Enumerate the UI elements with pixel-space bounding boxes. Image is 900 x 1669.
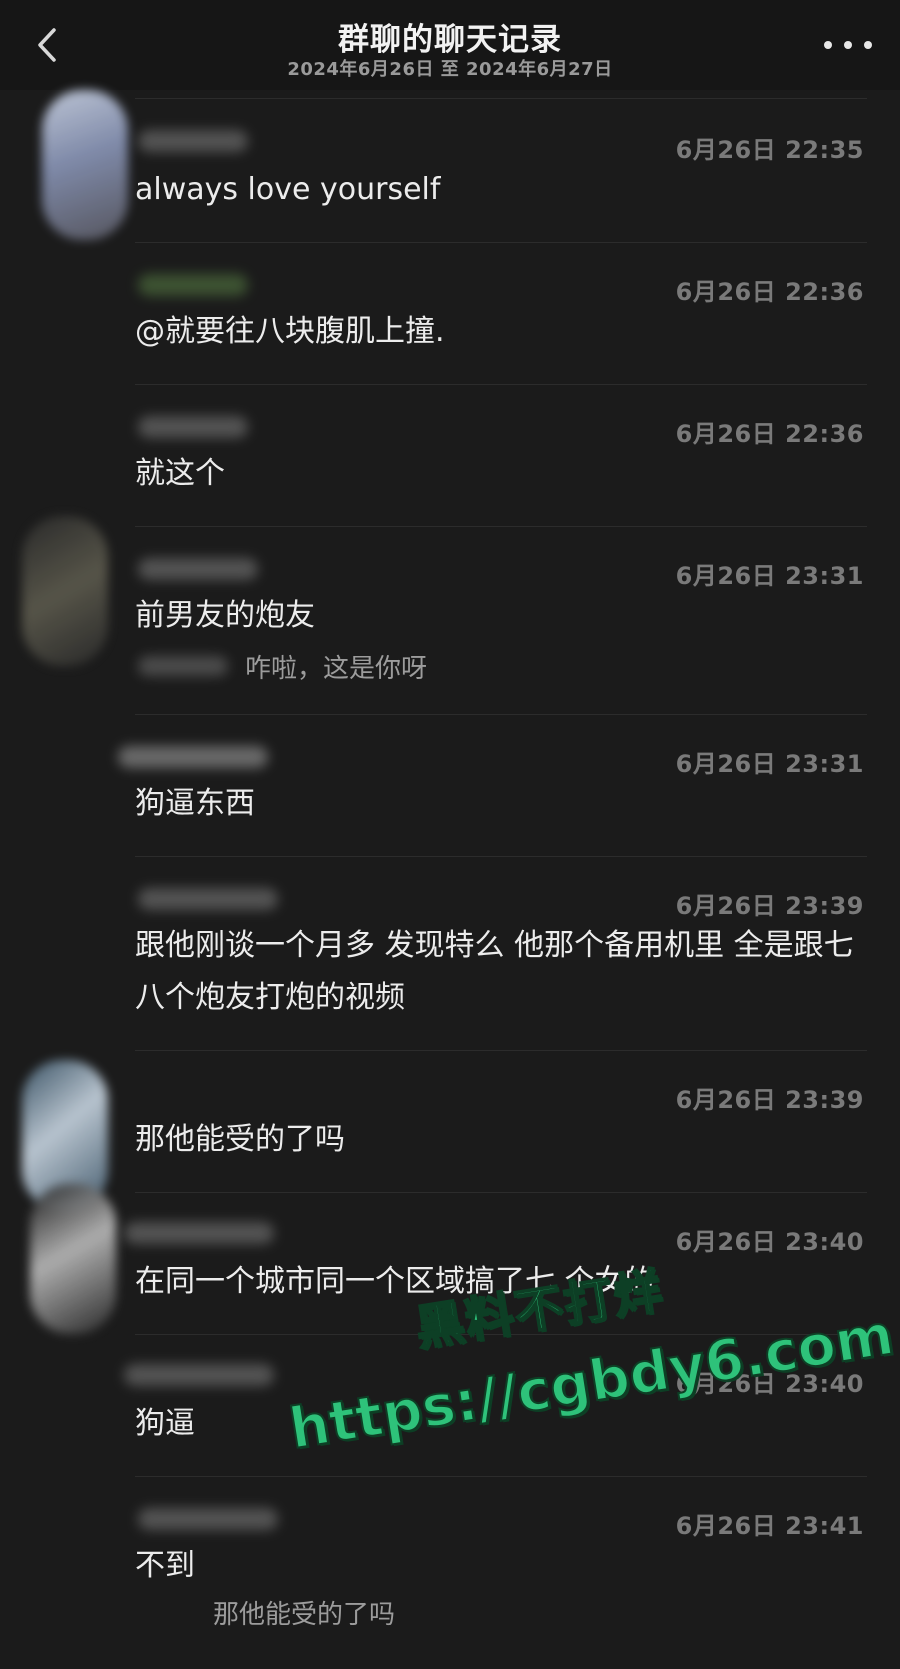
avatar[interactable]	[22, 516, 108, 666]
sender-name	[138, 130, 248, 152]
quote-sender-name	[138, 656, 228, 676]
sender-name	[138, 416, 248, 438]
message-text: 就这个	[135, 456, 225, 491]
sender-name	[138, 274, 248, 296]
divider	[135, 98, 867, 99]
more-button[interactable]	[824, 28, 872, 62]
message-item: 6月26日 22:36 就这个	[0, 384, 900, 527]
message-text: @就要往八块腹肌上撞.	[135, 314, 445, 349]
message-text: always love yourself	[135, 172, 441, 207]
message-item: 6月26日 23:41 不到 那他能受的了吗	[0, 1476, 900, 1669]
message-item: 6月26日 23:31 前男友的炮友 咋啦，这是你呀	[0, 516, 900, 715]
sender-name	[118, 746, 268, 768]
message-time: 6月26日 23:31	[675, 750, 864, 778]
header-bar: 群聊的聊天记录 2024年6月26日 至 2024年6月27日	[0, 0, 900, 90]
sender-name	[138, 1508, 278, 1530]
message-item: 6月26日 23:39 那他能受的了吗	[0, 1050, 900, 1210]
more-horizontal-icon	[824, 41, 832, 49]
message-text: 前男友的炮友	[135, 598, 315, 633]
message-text: 狗逼东西	[135, 786, 255, 821]
sender-name	[124, 1364, 274, 1386]
message-text: 跟他刚谈一个月多 发现特么 他那个备用机里 全是跟七八个炮友打炮的视频	[135, 928, 854, 1015]
message-time: 6月26日 22:35	[675, 136, 864, 164]
quoted-message: 咋啦，这是你呀	[245, 654, 428, 684]
message-time: 6月26日 23:40	[675, 1228, 864, 1256]
message-time: 6月26日 22:36	[675, 278, 864, 306]
quoted-message: 那他能受的了吗	[213, 1600, 396, 1630]
message-item: 6月26日 23:31 狗逼东西	[0, 714, 900, 857]
avatar[interactable]	[42, 90, 128, 240]
avatar[interactable]	[30, 1184, 116, 1334]
page-title: 群聊的聊天记录	[338, 22, 562, 58]
message-item: 6月26日 22:35 always love yourself	[0, 90, 900, 243]
sender-name	[138, 888, 278, 910]
sender-name	[124, 1222, 274, 1244]
message-text: 不到	[135, 1548, 195, 1583]
message-item: 6月26日 22:36 @就要往八块腹肌上撞.	[0, 242, 900, 385]
message-time: 6月26日 23:39	[675, 1086, 864, 1114]
date-range: 2024年6月26日 至 2024年6月27日	[287, 59, 613, 80]
sender-name	[138, 558, 258, 580]
message-time: 6月26日 23:41	[675, 1512, 864, 1540]
message-item: 6月26日 23:39 跟他刚谈一个月多 发现特么 他那个备用机里 全是跟七八个…	[0, 856, 900, 1051]
message-time: 6月26日 23:31	[675, 562, 864, 590]
message-time: 6月26日 22:36	[675, 420, 864, 448]
message-text: 那他能受的了吗	[135, 1122, 345, 1157]
message-time: 6月26日 23:39	[675, 892, 864, 920]
